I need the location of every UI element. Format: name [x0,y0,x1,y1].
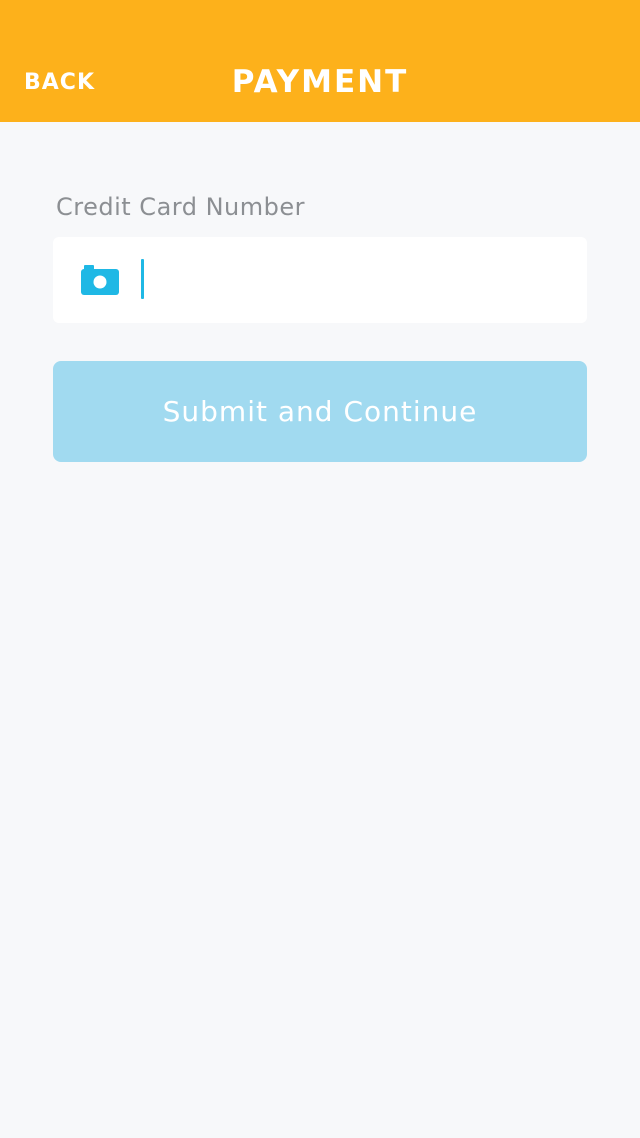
page-title: PAYMENT [231,64,409,100]
back-button[interactable]: BACK [24,66,95,100]
header-bar: BACK PAYMENT [0,0,640,122]
card-number-label: Credit Card Number [56,193,305,221]
card-number-input[interactable] [151,259,571,299]
camera-icon[interactable] [81,265,119,295]
text-cursor [141,259,144,299]
card-number-field[interactable] [53,237,587,323]
payment-screen: BACK PAYMENT Credit Card Number Submit a… [0,0,640,1138]
submit-continue-button[interactable]: Submit and Continue [53,361,587,462]
